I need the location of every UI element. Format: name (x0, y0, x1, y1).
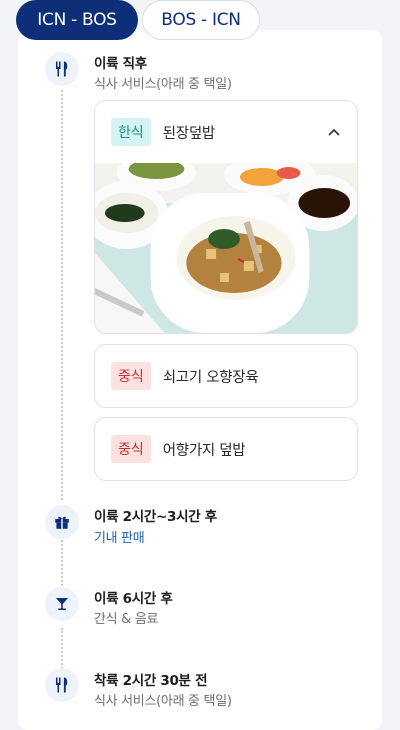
cuisine-badge: 중식 (111, 362, 151, 390)
meal-name: 쇠고기 오향장육 (162, 369, 259, 386)
timeline-connector (61, 540, 63, 590)
timeline-title: 착륙 2시간 30분 전 (94, 673, 208, 689)
meal-option-card[interactable]: 한식 된장덮밥 (94, 100, 358, 334)
timeline-connector (61, 628, 63, 672)
utensils-icon (45, 52, 79, 86)
gift-icon (45, 505, 79, 539)
timeline-title: 이륙 직후 (94, 56, 147, 72)
tab-bos-icn[interactable]: BOS - ICN (142, 0, 260, 40)
meal-option-card[interactable]: 중식 쇠고기 오향장육 (94, 344, 358, 408)
timeline-subtitle: 식사 서비스(아래 중 택일) (94, 694, 232, 709)
cocktail-glass-icon (45, 587, 79, 621)
timeline-title: 이륙 6시간 후 (94, 591, 173, 607)
meal-option-card[interactable]: 중식 어향가지 덮밥 (94, 417, 358, 481)
timeline-subtitle: 간식 & 음료 (94, 612, 159, 627)
route-tabs: ICN - BOS BOS - ICN (16, 0, 260, 44)
timeline-subtitle: 식사 서비스(아래 중 택일) (94, 77, 232, 92)
timeline-connector (61, 90, 63, 500)
chevron-up-icon[interactable] (327, 125, 341, 139)
meal-photo (95, 163, 357, 333)
duty-free-link[interactable]: 기내 판매 (94, 527, 145, 546)
cuisine-badge: 중식 (111, 435, 151, 463)
cuisine-badge: 한식 (111, 118, 151, 146)
timeline-title: 이륙 2시간~3시간 후 (94, 509, 217, 525)
utensils-icon (45, 668, 79, 702)
meal-name: 어향가지 덮밥 (162, 442, 246, 459)
meal-name: 된장덮밥 (162, 125, 215, 142)
tab-icn-bos[interactable]: ICN - BOS (16, 0, 138, 40)
